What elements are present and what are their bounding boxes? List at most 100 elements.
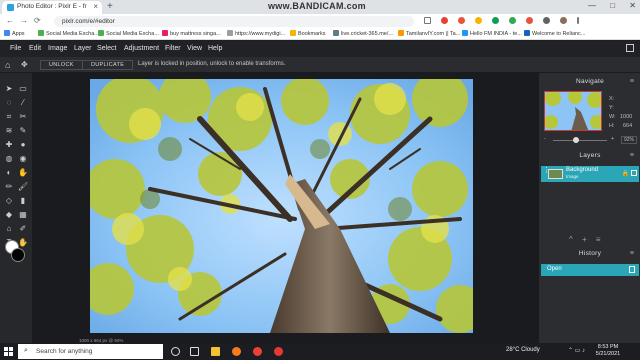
bookmark-item[interactable]: TamilanvIY.com || Ta...: [398, 30, 460, 37]
reload-icon[interactable]: ⟳: [34, 16, 41, 25]
back-icon[interactable]: ←: [6, 16, 14, 25]
profile-avatar[interactable]: [559, 17, 567, 24]
menu-filter[interactable]: Filter: [165, 45, 181, 52]
navigator-thumbnail[interactable]: [544, 91, 602, 131]
panel-menu-icon[interactable]: ≡: [630, 152, 634, 159]
move-layer-up-icon[interactable]: ^: [569, 235, 573, 244]
extension-icon[interactable]: [440, 17, 448, 24]
weather-widget[interactable]: 28°C Cloudy: [506, 347, 540, 353]
menu-adjustment[interactable]: Adjustment: [124, 45, 159, 52]
blur-tool-icon[interactable]: ◍: [3, 153, 15, 165]
shape-tool-icon[interactable]: ▮: [17, 195, 29, 207]
layer-item-background[interactable]: ⋮ Background Image 🔒: [541, 166, 639, 182]
extension-icon[interactable]: [508, 17, 516, 24]
liquify-tool-icon[interactable]: ≋: [3, 125, 15, 137]
menu-select[interactable]: Select: [97, 45, 116, 52]
crop-tool-icon[interactable]: ⌗: [3, 111, 15, 123]
layers-title: Layers: [579, 152, 601, 159]
drop-tool-icon[interactable]: ●: [17, 139, 29, 151]
bookmark-item[interactable]: Hello FM INDIA - te...: [462, 30, 522, 37]
bookmark-item[interactable]: Bookmarks: [290, 30, 326, 37]
extension-icon[interactable]: [474, 17, 482, 24]
star-icon[interactable]: [424, 17, 431, 24]
bookmark-item[interactable]: Apps: [4, 30, 25, 37]
stamp-tool-icon[interactable]: ⌂: [3, 223, 15, 235]
menu-edit[interactable]: Edit: [29, 45, 41, 52]
app-icon[interactable]: [274, 347, 283, 356]
visibility-checkbox[interactable]: [631, 170, 637, 176]
extension-icon[interactable]: [491, 17, 499, 24]
puzzle-icon[interactable]: [542, 17, 550, 24]
file-explorer-icon[interactable]: [211, 347, 220, 356]
chrome-icon[interactable]: [232, 347, 241, 356]
menu-layer[interactable]: Layer: [74, 45, 92, 52]
background-color-swatch[interactable]: [11, 248, 25, 262]
swap-colors-icon[interactable]: ↻: [21, 239, 26, 246]
menu-image[interactable]: Image: [48, 45, 67, 52]
bookmark-item[interactable]: Social Media Excha...: [38, 30, 99, 37]
fullscreen-icon[interactable]: [626, 44, 634, 52]
zoom-slider-handle[interactable]: [573, 137, 579, 143]
maximize-icon[interactable]: □: [610, 1, 615, 10]
extension-icon[interactable]: [457, 17, 465, 24]
taskbar-search[interactable]: ⌕ Search for anything: [18, 344, 163, 359]
menu-file[interactable]: File: [10, 45, 21, 52]
bookmark-item[interactable]: Social Media Excha...: [98, 30, 159, 37]
cut-tool-icon[interactable]: ✂: [17, 111, 29, 123]
heal-tool-icon[interactable]: ✚: [3, 139, 15, 151]
home-icon[interactable]: ⌂: [5, 60, 10, 70]
dodge-tool-icon[interactable]: ◐: [3, 167, 15, 179]
duplicate-button[interactable]: DUPLICATE: [82, 60, 134, 70]
eyedrop-tool-icon[interactable]: ✐: [17, 223, 29, 235]
brush-tool-icon[interactable]: 🖌: [17, 181, 29, 193]
nav-w-label: W:: [609, 114, 616, 120]
menu-view[interactable]: View: [187, 45, 202, 52]
lock-icon[interactable]: 🔒: [622, 170, 629, 177]
recorder-icon[interactable]: [253, 347, 262, 356]
sponge-tool-icon[interactable]: ◉: [17, 153, 29, 165]
new-tab-button[interactable]: +: [107, 1, 113, 12]
bookmark-item[interactable]: https://www.mydigi...: [227, 30, 285, 37]
url-text: pixlr.com/e/#editor: [62, 18, 115, 25]
fill-tool-icon[interactable]: ◆: [3, 209, 15, 221]
lasso-tool-icon[interactable]: ◌: [3, 97, 15, 109]
cortana-icon[interactable]: [171, 347, 180, 356]
close-window-icon[interactable]: ✕: [629, 1, 636, 10]
panel-menu-icon[interactable]: ≡: [630, 78, 634, 85]
windows-start-icon[interactable]: [4, 347, 13, 356]
canvas-image[interactable]: [90, 79, 473, 333]
history-item[interactable]: Open: [541, 264, 639, 276]
bookmark-item[interactable]: live.cricket-365.me/...: [333, 30, 393, 37]
system-tray-icons[interactable]: ⌃ ▭ ♪: [568, 347, 585, 354]
gradient-tool-icon[interactable]: ▦: [17, 209, 29, 221]
zoom-slider[interactable]: [553, 140, 607, 141]
eraser-tool-icon[interactable]: ◇: [3, 195, 15, 207]
move-tool-icon[interactable]: ➤: [3, 83, 15, 95]
zoom-out-button[interactable]: -: [544, 136, 546, 142]
bookmark-item[interactable]: Welcome to Relianc...: [524, 30, 585, 37]
wand-tool-icon[interactable]: ⁄: [17, 97, 29, 109]
unlock-button[interactable]: UNLOCK: [40, 60, 83, 70]
tool-options-bar: ⌂ ✥ UNLOCK DUPLICATE Layer is locked in …: [0, 57, 640, 73]
menu-dots-icon[interactable]: [576, 17, 579, 24]
burn-tool-icon[interactable]: ✋: [17, 167, 29, 179]
zoom-in-button[interactable]: +: [611, 136, 614, 142]
minimize-icon[interactable]: —: [588, 1, 596, 10]
marquee-tool-icon[interactable]: ▭: [17, 83, 29, 95]
clone-tool-icon[interactable]: ✎: [17, 125, 29, 137]
close-tab-icon[interactable]: ×: [93, 2, 98, 11]
task-view-icon[interactable]: [190, 347, 199, 356]
add-layer-icon[interactable]: +: [582, 235, 587, 244]
layer-menu-icon[interactable]: ≡: [596, 235, 601, 244]
panel-menu-icon[interactable]: ≡: [630, 250, 634, 257]
browser-tab[interactable]: Photo Editor : Pixlr E - free image... ×: [2, 1, 102, 14]
zoom-value-field[interactable]: 92%: [621, 136, 637, 144]
canvas-workspace[interactable]: 1000 x 664 px @ 50%: [32, 73, 538, 343]
pencil-tool-icon[interactable]: ✏: [3, 181, 15, 193]
taskbar-clock[interactable]: 8:53 PM 5/21/2021: [592, 344, 624, 358]
forward-icon[interactable]: →: [20, 16, 28, 25]
address-bar[interactable]: pixlr.com/e/#editor: [54, 16, 414, 27]
bookmark-item[interactable]: buy mattress singa...: [162, 30, 221, 37]
menu-help[interactable]: Help: [208, 45, 222, 52]
extension-icon[interactable]: [525, 17, 533, 24]
